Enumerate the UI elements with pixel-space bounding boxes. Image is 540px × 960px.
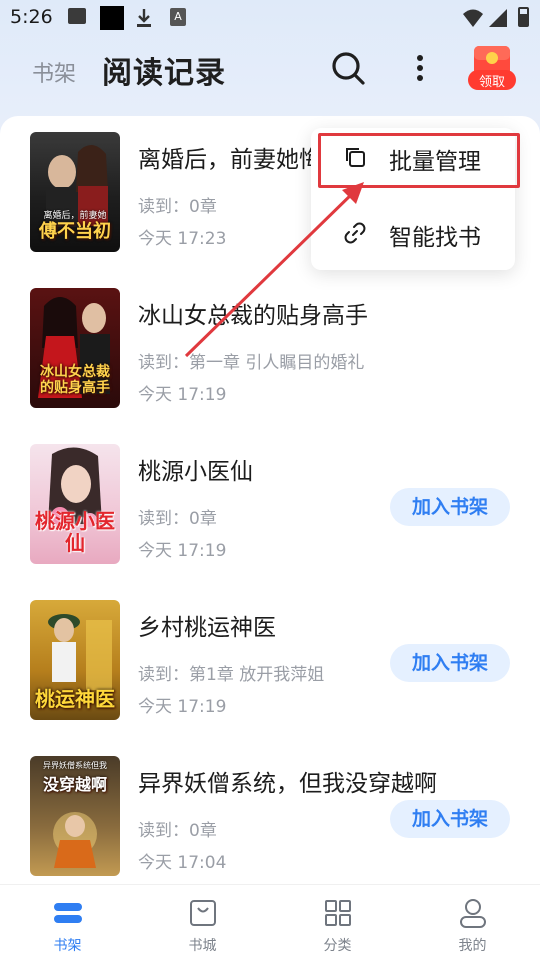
book-cover[interactable]: 异界妖僧系统但我 没穿越啊 xyxy=(30,756,120,876)
book-title[interactable]: 乡村桃运神医 xyxy=(138,608,276,642)
tab-reading-history[interactable]: 阅读记录 xyxy=(102,48,226,92)
download-icon xyxy=(137,9,151,27)
nav-label: 书架 xyxy=(53,938,82,954)
search-icon[interactable] xyxy=(330,50,366,86)
book-read-time: 今天 17:19 xyxy=(138,385,227,405)
a-icon: A xyxy=(170,8,186,26)
book-progress: 读到：0章 xyxy=(138,821,217,841)
book-cover[interactable]: 离婚后，前妻她 傅不当初 xyxy=(30,132,120,252)
menu-item-batch-manage[interactable]: 批量管理 xyxy=(311,128,515,186)
book-progress: 读到：0章 xyxy=(138,197,217,217)
more-vertical-icon[interactable] xyxy=(408,50,432,86)
book-cover[interactable]: 桃运神医 xyxy=(30,600,120,720)
list-item[interactable]: 桃源小医仙 桃源小医仙 读到：0章 今天 17:19 加入书架 xyxy=(0,428,540,578)
book-progress: 读到：0章 xyxy=(138,509,217,529)
nav-bookshelf[interactable]: 书架 xyxy=(0,885,135,960)
book-title[interactable]: 冰山女总裁的贴身高手 xyxy=(138,296,368,330)
book-progress: 读到：第1章 放开我萍姐 xyxy=(138,665,325,685)
more-options-menu: 批量管理 智能找书 xyxy=(311,128,515,270)
add-to-shelf-button[interactable]: 加入书架 xyxy=(390,644,510,682)
wifi-icon xyxy=(463,9,483,27)
book-read-time: 今天 17:19 xyxy=(138,541,227,561)
list-item[interactable]: 异界妖僧系统但我 没穿越啊 异界妖僧系统，但我没穿越啊 读到：0章 今天 17:… xyxy=(0,740,540,890)
user-icon xyxy=(459,899,486,928)
add-to-shelf-button[interactable]: 加入书架 xyxy=(390,488,510,526)
signal-icon xyxy=(489,9,507,27)
nav-label: 我的 xyxy=(458,938,487,954)
cover-title: 桃源小医仙 xyxy=(35,509,115,555)
book-read-time: 今天 17:04 xyxy=(138,853,227,873)
cover-subtitle: 离婚后，前妻她 xyxy=(43,211,107,221)
app-notification-icon xyxy=(100,6,124,30)
tab-bookshelf[interactable]: 书架 xyxy=(32,56,76,88)
menu-item-label: 批量管理 xyxy=(389,149,481,175)
battery-icon xyxy=(518,7,529,27)
book-read-time: 今天 17:19 xyxy=(138,697,227,717)
cover-title: 桃运神医 xyxy=(35,687,115,711)
bottom-nav: 书架 书城 分类 我的 xyxy=(0,884,540,960)
book-title[interactable]: 桃源小医仙 xyxy=(138,452,253,486)
list-item[interactable]: 冰山女总裁的贴身高手 冰山女总裁的贴身高手 读到：第一章 引人瞩目的婚礼 今天 … xyxy=(0,272,540,422)
header: 书架 阅读记录 领取 xyxy=(0,36,540,106)
nav-category[interactable]: 分类 xyxy=(270,885,405,960)
grid-icon xyxy=(324,900,351,926)
nav-bookstore[interactable]: 书城 xyxy=(135,885,270,960)
book-cover[interactable]: 桃源小医仙 xyxy=(30,444,120,564)
photo-icon xyxy=(68,8,86,24)
red-packet-label: 领取 xyxy=(478,75,505,90)
list-item[interactable]: 桃运神医 乡村桃运神医 读到：第1章 放开我萍姐 今天 17:19 加入书架 xyxy=(0,584,540,734)
menu-item-smart-find[interactable]: 智能找书 xyxy=(311,204,515,262)
shopping-bag-icon xyxy=(189,900,216,926)
nav-label: 分类 xyxy=(323,938,352,954)
nav-profile[interactable]: 我的 xyxy=(405,885,540,960)
copy-icon xyxy=(346,148,365,167)
book-read-time: 今天 17:23 xyxy=(138,229,227,249)
cover-title: 冰山女总裁的贴身高手 xyxy=(40,364,110,396)
add-to-shelf-button[interactable]: 加入书架 xyxy=(390,800,510,838)
link-icon xyxy=(344,222,366,244)
book-progress: 读到：第一章 引人瞩目的婚礼 xyxy=(138,353,365,373)
cover-art xyxy=(53,812,97,868)
book-title[interactable]: 异界妖僧系统，但我没穿越啊 xyxy=(138,764,437,798)
status-bar: 5:26 A xyxy=(0,0,540,36)
red-packet-button[interactable]: 领取 xyxy=(466,44,518,92)
book-cover[interactable]: 冰山女总裁的贴身高手 xyxy=(30,288,120,408)
menu-item-label: 智能找书 xyxy=(389,225,481,251)
cover-title: 傅不当初 xyxy=(39,221,111,243)
nav-label: 书城 xyxy=(188,938,217,954)
status-time: 5:26 xyxy=(10,6,53,28)
bookshelf-icon xyxy=(53,903,82,923)
